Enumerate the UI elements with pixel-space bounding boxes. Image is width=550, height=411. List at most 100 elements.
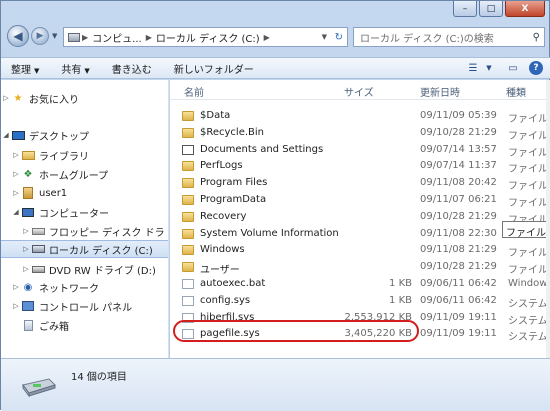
- nav-homegroup[interactable]: ▷ ❖ ホームグループ: [1, 165, 168, 183]
- view-dropdown-icon[interactable]: ▼: [481, 61, 497, 75]
- column-headers: 名前 サイズ 更新日時 種類: [170, 80, 550, 100]
- nav-floppy[interactable]: ▷ フロッピー ディスク ドラ: [1, 222, 168, 240]
- file-row[interactable]: $Recycle.Bin 09/10/28 21:29 ファイル: [170, 125, 550, 142]
- back-button[interactable]: ◀: [7, 25, 29, 47]
- file-name: Recovery: [200, 210, 247, 222]
- expand-arrow-icon[interactable]: ▷: [21, 265, 31, 273]
- expand-arrow-icon[interactable]: ▷: [1, 94, 11, 102]
- nav-computer[interactable]: ◢ コンピューター: [1, 203, 168, 221]
- expand-arrow-icon[interactable]: ▷: [11, 189, 21, 197]
- nav-dvd[interactable]: ▷ DVD RW ドライブ (D:): [1, 260, 168, 278]
- column-size[interactable]: サイズ: [344, 84, 374, 99]
- maximize-button[interactable]: □: [479, 1, 503, 17]
- command-bar: 整理 ▼ 共有 ▼ 書き込む 新しいフォルダー ☰ ▼ ▭ ?: [1, 57, 550, 79]
- expand-arrow-icon[interactable]: ▷: [21, 227, 31, 235]
- search-input[interactable]: ローカル ディスク (C:)の検索: [360, 30, 494, 45]
- nav-libraries[interactable]: ▷ ライブラリ: [1, 146, 168, 164]
- file-type: ファイル: [508, 248, 548, 260]
- search-box[interactable]: ローカル ディスク (C:)の検索 ⚲: [353, 27, 545, 47]
- file-row[interactable]: ユーザー 09/10/28 21:29 ファイル: [170, 259, 550, 276]
- file-name: System Volume Information: [200, 227, 339, 239]
- file-date: 09/11/07 06:21: [420, 194, 497, 205]
- breadcrumb-computer[interactable]: コンピュ...: [92, 30, 142, 45]
- file-row[interactable]: Windows 09/11/08 21:29 ファイル: [170, 242, 550, 259]
- vertical-scrollbar[interactable]: [546, 80, 550, 358]
- organize-menu[interactable]: 整理 ▼: [11, 61, 39, 76]
- close-button[interactable]: X: [505, 1, 545, 17]
- address-dropdown-icon[interactable]: ▼: [322, 33, 327, 41]
- item-count: 14 個の項目: [71, 372, 127, 383]
- new-folder-button[interactable]: 新しいフォルダー: [174, 61, 254, 76]
- expand-arrow-icon[interactable]: ▷: [21, 245, 31, 253]
- system-file-icon: [182, 295, 194, 306]
- breadcrumb-local-disk[interactable]: ローカル ディスク (C:): [156, 30, 260, 45]
- back-arrow-icon: ◀: [13, 29, 23, 43]
- expand-arrow-icon[interactable]: ▷: [11, 170, 21, 178]
- help-icon[interactable]: ?: [529, 61, 543, 75]
- refresh-icon[interactable]: ↻: [335, 32, 343, 43]
- file-name: $Recycle.Bin: [200, 126, 265, 138]
- column-name[interactable]: 名前: [184, 84, 204, 99]
- nav-favorites[interactable]: ▷ ★ お気に入り: [1, 89, 168, 107]
- forward-arrow-icon: ▶: [36, 31, 44, 41]
- nav-local-disk[interactable]: ▷ ローカル ディスク (C:): [1, 240, 168, 258]
- file-type: ファイル: [508, 147, 548, 159]
- expand-arrow-icon[interactable]: ▷: [11, 151, 21, 159]
- local-disk-icon: [31, 243, 45, 255]
- file-row[interactable]: $Data 09/11/09 05:39 ファイル: [170, 108, 550, 125]
- folder-icon: [182, 127, 194, 138]
- nav-desktop[interactable]: ◢ デスクトップ: [1, 126, 168, 144]
- forward-button[interactable]: ▶: [31, 27, 49, 45]
- file-date: 09/10/28 21:29: [420, 261, 497, 273]
- file-row[interactable]: Documents and Settings 09/07/14 13:57 ファイル: [170, 142, 550, 159]
- preview-pane-icon[interactable]: ▭: [505, 61, 521, 75]
- folder-icon: [182, 262, 194, 273]
- collapse-arrow-icon[interactable]: ◢: [1, 131, 11, 139]
- view-options-icon[interactable]: ☰: [465, 61, 481, 75]
- file-row[interactable]: config.sys 1 KB 09/06/11 06:42 システム: [170, 293, 550, 310]
- folder-icon: [182, 178, 194, 189]
- control-panel-icon: [21, 300, 35, 312]
- burn-button[interactable]: 書き込む: [112, 61, 152, 76]
- expand-arrow-icon[interactable]: ▷: [11, 302, 21, 310]
- nav-recycle-bin[interactable]: ごみ箱: [1, 316, 168, 334]
- minimize-button[interactable]: –: [453, 1, 477, 17]
- file-name: $Data: [200, 110, 231, 121]
- file-row[interactable]: Program Files 09/11/08 20:42 ファイル: [170, 175, 550, 192]
- star-icon: ★: [13, 92, 23, 104]
- file-name: autoexec.bat: [200, 278, 266, 289]
- expand-arrow-icon[interactable]: ▷: [11, 283, 21, 291]
- search-icon[interactable]: ⚲: [533, 32, 540, 43]
- file-row[interactable]: ProgramData 09/11/07 06:21 ファイル: [170, 192, 550, 209]
- file-row[interactable]: Recovery09/10/28 21:29ファイル: [170, 209, 550, 226]
- file-date: 09/11/09 05:39: [420, 110, 497, 121]
- status-bar: 14 個の項目: [1, 358, 550, 411]
- address-bar[interactable]: ▶ コンピュ... ▶ ローカル ディスク (C:) ▶ ▼ ↻: [63, 27, 348, 47]
- recent-pages-dropdown-icon[interactable]: ▼: [52, 32, 57, 40]
- nav-network[interactable]: ▷ ◉ ネットワーク: [1, 278, 168, 296]
- file-name: Program Files: [200, 177, 268, 189]
- file-size: 1 KB: [389, 294, 412, 306]
- file-row[interactable]: autoexec.bat 1 KB 09/06/11 06:42 Windows: [170, 276, 550, 293]
- collapse-arrow-icon[interactable]: ◢: [11, 208, 21, 216]
- breadcrumb-separator-icon[interactable]: ▶: [82, 33, 88, 42]
- column-type[interactable]: 種類: [506, 84, 526, 99]
- breadcrumb-separator-icon[interactable]: ▶: [146, 33, 152, 42]
- network-icon: ◉: [23, 281, 33, 293]
- file-row[interactable]: System Volume Information09/11/08 22:30フ…: [170, 226, 550, 243]
- file-type: ファイル: [508, 130, 548, 142]
- breadcrumb-separator-icon[interactable]: ▶: [264, 33, 270, 42]
- recycle-bin-icon: [21, 319, 35, 331]
- computer-icon: [21, 206, 35, 218]
- navigation-buttons: ◀ ▶ ▼: [7, 25, 57, 47]
- file-name: ProgramData: [200, 194, 267, 205]
- file-row[interactable]: PerfLogs 09/07/14 11:37 ファイル: [170, 158, 550, 175]
- nav-control-panel[interactable]: ▷ コントロール パネル: [1, 297, 168, 315]
- share-menu[interactable]: 共有 ▼: [61, 61, 89, 76]
- file-type: Windows: [508, 278, 550, 289]
- navigation-pane: ▷ ★ お気に入り ◢ デスクトップ ▷ ライブラリ ▷ ❖ ホームグループ ▷…: [1, 80, 169, 358]
- column-date[interactable]: 更新日時: [420, 84, 460, 99]
- file-type: ファイル: [508, 164, 548, 176]
- nav-user[interactable]: ▷ user1: [1, 184, 168, 202]
- nav-desktop-label: デスクトップ: [29, 131, 89, 143]
